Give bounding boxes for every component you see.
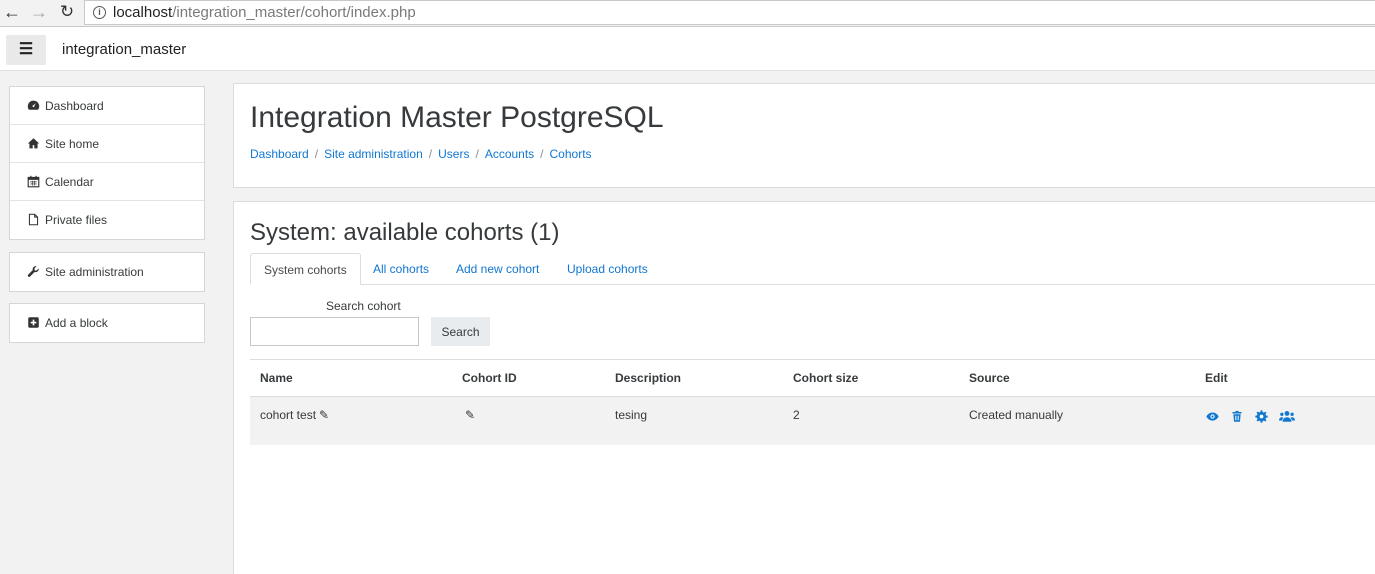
breadcrumb-cohorts[interactable]: Cohorts	[550, 147, 592, 161]
edit-name-pencil-icon[interactable]: ✎	[319, 408, 329, 422]
site-navbar: ☰ integration_master	[0, 27, 1375, 71]
tab-all-cohorts[interactable]: All cohorts	[360, 253, 442, 285]
table-header: Name Cohort ID Description Cohort size S…	[250, 359, 1375, 397]
nav-item-label: Calendar	[45, 175, 94, 189]
column-header-name[interactable]: Name	[260, 371, 293, 385]
url-text[interactable]: localhost/integration_master/cohort/inde…	[113, 4, 416, 21]
column-header-edit: Edit	[1205, 371, 1228, 385]
main-region: Integration Master PostgreSQL Dashboard /…	[221, 72, 1375, 574]
cohort-name-cell: cohort test ✎	[260, 408, 329, 422]
nav-item-label: Site home	[45, 137, 100, 151]
wrench-icon	[26, 265, 40, 279]
users-icon[interactable]	[1279, 410, 1296, 424]
gear-icon[interactable]	[1254, 409, 1268, 424]
cohort-name: cohort test	[260, 408, 317, 422]
search-label: Search cohort	[326, 299, 401, 313]
breadcrumb: Dashboard / Site administration / Users / Acco…	[250, 147, 592, 161]
cohort-source: Created manually	[969, 408, 1064, 422]
nav-item-site-administration[interactable]: Site administration	[10, 253, 204, 291]
edit-actions	[1205, 408, 1303, 424]
forward-arrow-icon[interactable]: →	[28, 1, 50, 23]
page-header: Integration Master PostgreSQL Dashboard /…	[233, 83, 1375, 188]
cohort-size: 2	[793, 408, 800, 422]
add-block-block: Add a block	[9, 303, 205, 343]
eye-icon[interactable]	[1205, 410, 1219, 424]
breadcrumb-dashboard[interactable]: Dashboard	[250, 147, 309, 161]
admin-block: Site administration	[9, 252, 205, 292]
search-button[interactable]: Search	[431, 317, 490, 346]
file-icon	[26, 213, 40, 227]
dashboard-icon	[26, 99, 40, 113]
trash-icon[interactable]	[1230, 410, 1244, 424]
column-header-cohort-id[interactable]: Cohort ID	[462, 371, 517, 385]
breadcrumb-separator: /	[540, 147, 544, 161]
breadcrumb-separator: /	[314, 147, 319, 161]
edit-idnumber-pencil-icon[interactable]: ✎	[465, 408, 475, 422]
column-header-source: Source	[969, 371, 1010, 385]
nav-item-dashboard[interactable]: Dashboard	[10, 87, 204, 125]
nav-item-label: Private files	[45, 213, 108, 227]
nav-item-private-files[interactable]: Private files	[10, 201, 204, 239]
search-cohort-input[interactable]	[250, 317, 419, 346]
cohorts-table: Name Cohort ID Description Cohort size S…	[250, 359, 1375, 445]
nav-item-calendar[interactable]: Calendar	[10, 163, 204, 201]
nav-drawer: Dashboard Site home Calendar Private fil…	[0, 72, 221, 574]
add-block-link[interactable]: Add a block	[10, 304, 204, 342]
breadcrumb-users[interactable]: Users	[438, 147, 469, 161]
home-icon	[26, 137, 40, 151]
column-header-description: Description	[615, 371, 682, 385]
breadcrumb-separator: /	[428, 147, 433, 161]
add-block-label: Add a block	[45, 316, 108, 330]
reload-icon[interactable]: ↻	[56, 1, 78, 23]
cohort-tabs: System cohorts All cohorts Add new cohor…	[250, 253, 1375, 285]
tab-upload-cohorts[interactable]: Upload cohorts	[554, 253, 661, 285]
nav-block: Dashboard Site home Calendar Private fil…	[9, 86, 205, 240]
menu-toggle-button[interactable]: ☰	[6, 35, 46, 65]
nav-item-site-home[interactable]: Site home	[10, 125, 204, 163]
page-title: Integration Master PostgreSQL	[250, 101, 664, 134]
cohort-description: tesing	[615, 408, 648, 422]
breadcrumb-accounts[interactable]: Accounts	[485, 147, 534, 161]
address-bar[interactable]: i localhost/integration_master/cohort/in…	[84, 0, 1375, 25]
nav-item-label: Site administration	[45, 265, 144, 279]
tab-add-new-cohort[interactable]: Add new cohort	[443, 253, 552, 285]
plus-square-icon	[26, 316, 40, 330]
calendar-icon	[26, 175, 40, 189]
cohorts-heading: System: available cohorts (1)	[250, 219, 560, 246]
table-row: cohort test ✎ ✎ tesing 2 Created manually	[250, 397, 1375, 445]
browser-toolbar: ← → ↻ i localhost/integration_master/coh…	[0, 0, 1375, 27]
content-panel: System: available cohorts (1) System coh…	[233, 201, 1375, 574]
nav-item-label: Dashboard	[45, 99, 104, 113]
cohort-id-cell: ✎	[462, 408, 475, 422]
breadcrumb-separator: /	[475, 147, 479, 161]
breadcrumb-site-administration[interactable]: Site administration	[324, 147, 423, 161]
hamburger-icon: ☰	[18, 41, 34, 58]
site-name-link[interactable]: integration_master	[62, 41, 186, 58]
info-icon[interactable]: i	[93, 6, 106, 19]
tab-system-cohorts[interactable]: System cohorts	[250, 253, 361, 285]
back-arrow-icon[interactable]: ←	[1, 1, 23, 23]
column-header-cohort-size: Cohort size	[793, 371, 859, 385]
